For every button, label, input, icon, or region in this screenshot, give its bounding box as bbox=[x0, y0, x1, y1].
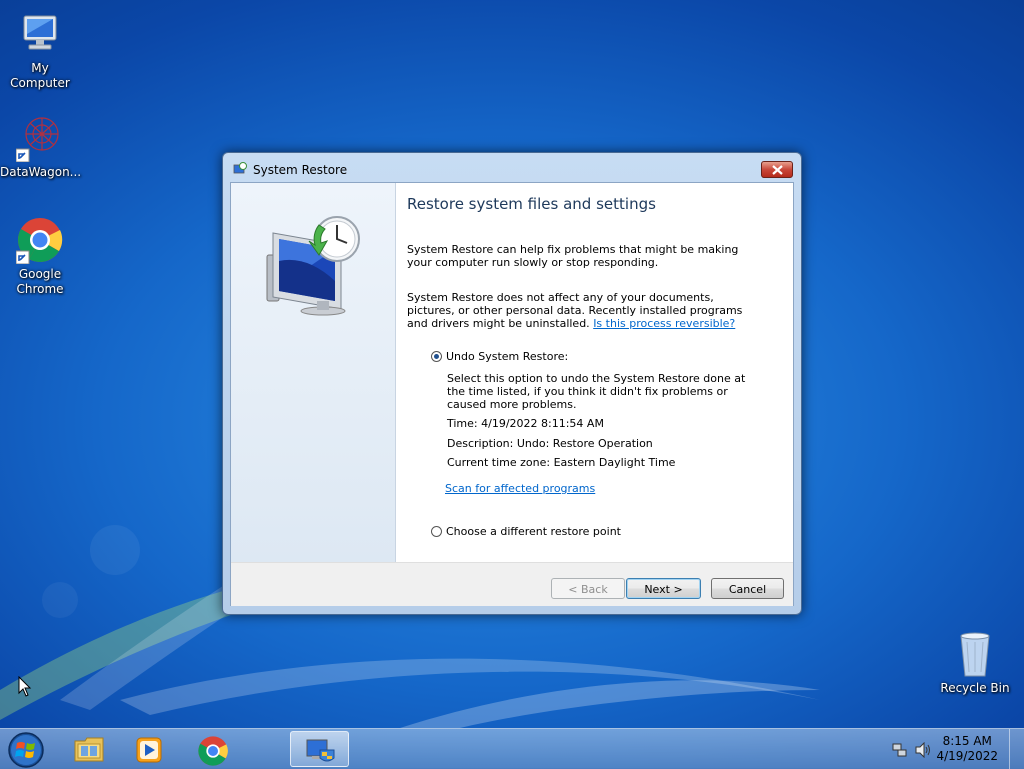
system-clock[interactable]: 8:15 AM 4/19/2022 bbox=[936, 734, 998, 764]
system-restore-icon bbox=[306, 739, 335, 762]
wizard-button-bar: < Back Next > Cancel bbox=[231, 562, 793, 606]
title-bar[interactable]: System Restore bbox=[223, 153, 801, 183]
info-text: System Restore does not affect any of yo… bbox=[407, 291, 752, 330]
datawagon-icon bbox=[15, 114, 64, 163]
undo-restore-label[interactable]: Undo System Restore: bbox=[446, 350, 568, 363]
network-icon[interactable] bbox=[892, 742, 908, 758]
wizard-side-panel bbox=[231, 183, 396, 562]
taskbar-chrome[interactable] bbox=[186, 731, 240, 767]
reversible-link[interactable]: Is this process reversible? bbox=[593, 317, 735, 330]
cancel-button[interactable]: Cancel bbox=[711, 578, 784, 599]
computer-icon bbox=[16, 10, 64, 58]
desktop-icon-datawagon[interactable]: DataWagon... bbox=[0, 114, 82, 180]
chrome-icon bbox=[15, 216, 64, 265]
taskbar: 8:15 AM 4/19/2022 bbox=[0, 728, 1024, 769]
taskbar-file-explorer[interactable] bbox=[62, 731, 116, 767]
taskbar-media-player[interactable] bbox=[122, 731, 176, 767]
different-restore-point-label[interactable]: Choose a different restore point bbox=[446, 525, 621, 538]
undo-restore-radio[interactable] bbox=[431, 351, 442, 362]
close-icon bbox=[772, 165, 783, 175]
desktop-icon-label: Recycle Bin bbox=[940, 681, 1010, 695]
system-restore-dialog: System Restore Restore system files and … bbox=[222, 152, 802, 615]
restore-description: Description: Undo: Restore Operation bbox=[447, 437, 653, 450]
media-player-icon bbox=[136, 737, 162, 763]
restore-time: Time: 4/19/2022 8:11:54 AM bbox=[447, 417, 604, 430]
dialog-client-area: Restore system files and settings System… bbox=[230, 182, 794, 606]
wizard-content: Restore system files and settings System… bbox=[396, 183, 793, 562]
mouse-cursor-icon bbox=[18, 676, 32, 697]
system-restore-title-icon bbox=[233, 162, 247, 174]
close-button[interactable] bbox=[761, 161, 793, 178]
chrome-icon bbox=[198, 736, 228, 766]
show-desktop-button[interactable] bbox=[1009, 729, 1024, 769]
next-button[interactable]: Next > bbox=[626, 578, 701, 599]
dialog-title: System Restore bbox=[253, 163, 348, 177]
volume-icon[interactable] bbox=[914, 742, 932, 758]
back-button[interactable]: < Back bbox=[551, 578, 625, 599]
recycle-bin-icon bbox=[951, 630, 999, 678]
clock-date: 4/19/2022 bbox=[936, 749, 998, 763]
restore-timezone: Current time zone: Eastern Daylight Time bbox=[447, 456, 676, 469]
undo-description: Select this option to undo the System Re… bbox=[447, 372, 746, 411]
different-restore-point-radio[interactable] bbox=[431, 526, 442, 537]
page-heading: Restore system files and settings bbox=[407, 195, 656, 213]
desktop-icon-recycle-bin[interactable]: Recycle Bin bbox=[935, 630, 1015, 696]
desktop-icon-label: My Computer bbox=[10, 61, 70, 90]
desktop-icon-google-chrome[interactable]: Google Chrome bbox=[0, 216, 80, 297]
windows-orb-icon bbox=[8, 732, 44, 768]
desktop-icon-label: DataWagon... bbox=[0, 165, 82, 179]
intro-text: System Restore can help fix problems tha… bbox=[407, 243, 739, 269]
system-restore-illustration-icon bbox=[266, 216, 360, 316]
desktop-icon-label: Google Chrome bbox=[16, 267, 64, 296]
scan-affected-programs-link[interactable]: Scan for affected programs bbox=[445, 482, 595, 495]
clock-time: 8:15 AM bbox=[942, 734, 992, 748]
start-button[interactable] bbox=[0, 729, 52, 769]
taskbar-system-restore[interactable] bbox=[290, 731, 349, 767]
desktop-icon-my-computer[interactable]: My Computer bbox=[0, 10, 80, 91]
file-explorer-icon bbox=[74, 737, 104, 762]
